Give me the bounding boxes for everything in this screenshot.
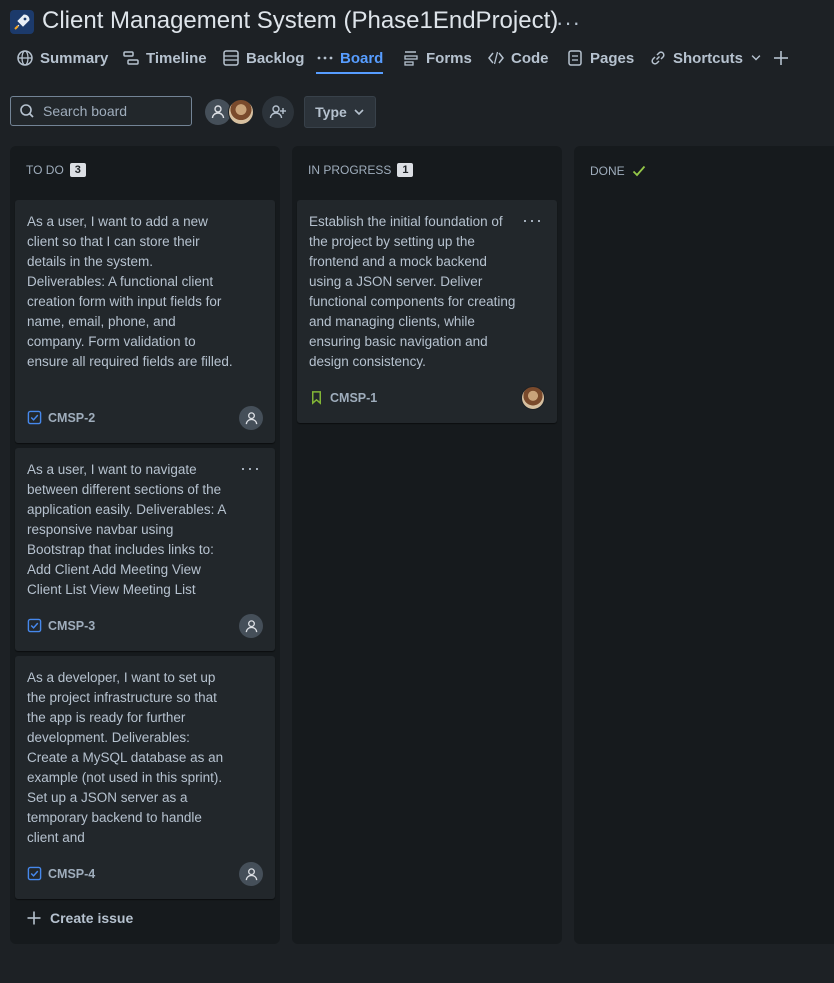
card-more-icon[interactable]: ··· — [240, 458, 261, 479]
chevron-down-icon — [354, 109, 364, 116]
issue-summary: As a user, I want to add a new client so… — [27, 214, 233, 369]
plus-icon — [774, 51, 788, 65]
project-header: Client Management System (Phase1EndProje… — [0, 0, 834, 80]
issue-card-cmsp-4[interactable]: As a developer, I want to set up the pro… — [15, 656, 275, 899]
task-checkbox-icon — [27, 410, 42, 425]
more-dots-icon — [317, 56, 333, 60]
chevron-down-icon — [751, 55, 761, 61]
issue-key-label: CMSP-1 — [330, 390, 378, 405]
person-icon — [245, 867, 257, 880]
tab-pages[interactable]: Pages — [566, 44, 634, 72]
tab-summary[interactable]: Summary — [16, 44, 108, 72]
column-in-progress: IN PROGRESS 1 Establish the initial foun… — [292, 146, 562, 944]
tab-label: Backlog — [246, 49, 305, 67]
project-title: Client Management System (Phase1EndProje… — [42, 7, 559, 34]
column-title: DONE — [590, 164, 625, 178]
add-tab-button[interactable] — [772, 44, 790, 72]
type-filter-label: Type — [315, 104, 347, 120]
add-person-icon — [269, 105, 286, 119]
issue-count-badge: 1 — [397, 163, 414, 177]
tab-label: Timeline — [146, 49, 207, 67]
issue-key-label: CMSP-2 — [48, 410, 96, 425]
issue-key[interactable]: CMSP-1 — [309, 390, 377, 405]
add-people-button[interactable] — [262, 96, 294, 128]
tab-timeline[interactable]: Timeline — [122, 44, 207, 72]
tab-forms[interactable]: Forms — [402, 44, 472, 72]
task-checkbox-icon — [27, 866, 42, 881]
type-filter-button[interactable]: Type — [304, 96, 376, 128]
tab-label: Pages — [590, 49, 635, 67]
issue-card-cmsp-1[interactable]: Establish the initial foundation of the … — [297, 200, 557, 423]
issue-summary: As a developer, I want to set up the pro… — [27, 670, 224, 845]
code-icon — [488, 51, 504, 65]
tab-shortcuts[interactable]: Shortcuts — [649, 44, 763, 72]
tab-label: Code — [511, 49, 549, 67]
done-check-icon — [632, 165, 645, 177]
tab-label: Board — [340, 49, 384, 67]
story-bookmark-icon — [312, 391, 321, 405]
tab-label: Shortcuts — [673, 49, 744, 67]
issue-key[interactable]: CMSP-3 — [27, 618, 95, 633]
person-icon — [211, 105, 225, 119]
issue-key[interactable]: CMSP-2 — [27, 410, 95, 425]
column-header: IN PROGRESS 1 — [308, 163, 414, 177]
forms-icon — [404, 51, 418, 66]
assignee-avatar[interactable] — [239, 614, 263, 638]
search-icon — [20, 104, 34, 118]
globe-icon — [17, 50, 33, 66]
assignee-avatar[interactable] — [239, 862, 263, 886]
pages-icon — [568, 50, 582, 66]
tab-label: Summary — [40, 49, 109, 67]
rocket-icon[interactable] — [10, 10, 34, 34]
assignee-avatar[interactable] — [239, 406, 263, 430]
assignee-avatar[interactable] — [521, 386, 545, 410]
task-checkbox-icon — [27, 618, 42, 633]
tab-code[interactable]: Code — [487, 44, 549, 72]
column-title: IN PROGRESS — [308, 163, 392, 177]
tab-backlog[interactable]: Backlog — [222, 44, 304, 72]
tab-board[interactable]: Board — [316, 44, 384, 74]
more-actions-icon[interactable]: ··· — [556, 10, 581, 36]
issue-card-cmsp-3[interactable]: As a user, I want to navigate between di… — [15, 448, 275, 651]
plus-icon — [27, 911, 41, 925]
column-todo: TO DO 3 As a user, I want to add a new c… — [10, 146, 280, 944]
issue-key-label: CMSP-3 — [48, 618, 96, 633]
issue-summary: As a user, I want to navigate between di… — [27, 462, 226, 597]
issue-card-cmsp-2[interactable]: As a user, I want to add a new client so… — [15, 200, 275, 443]
link-icon — [651, 51, 665, 65]
card-more-icon[interactable]: ··· — [522, 210, 543, 231]
create-issue-button[interactable]: Create issue — [26, 910, 133, 926]
tab-label: Forms — [426, 49, 472, 67]
project-tabs: Summary Timeline Backlog Board Forms Cod… — [0, 44, 834, 74]
issue-key[interactable]: CMSP-4 — [27, 866, 95, 881]
create-issue-label: Create issue — [50, 910, 134, 926]
person-icon — [245, 619, 257, 632]
column-title: TO DO — [26, 163, 64, 177]
search-board-field[interactable] — [10, 96, 192, 126]
backlog-icon — [223, 50, 239, 66]
search-input[interactable] — [41, 102, 185, 120]
issue-summary: Establish the initial foundation of the … — [309, 214, 516, 369]
issue-key-label: CMSP-4 — [48, 866, 96, 881]
column-done: DONE — [574, 146, 834, 944]
person-icon — [245, 411, 257, 424]
timeline-icon — [123, 51, 139, 65]
column-header: TO DO 3 — [26, 163, 86, 177]
column-header: DONE — [590, 163, 647, 179]
issue-count-badge: 3 — [69, 163, 86, 177]
avatar-user[interactable] — [228, 99, 254, 125]
